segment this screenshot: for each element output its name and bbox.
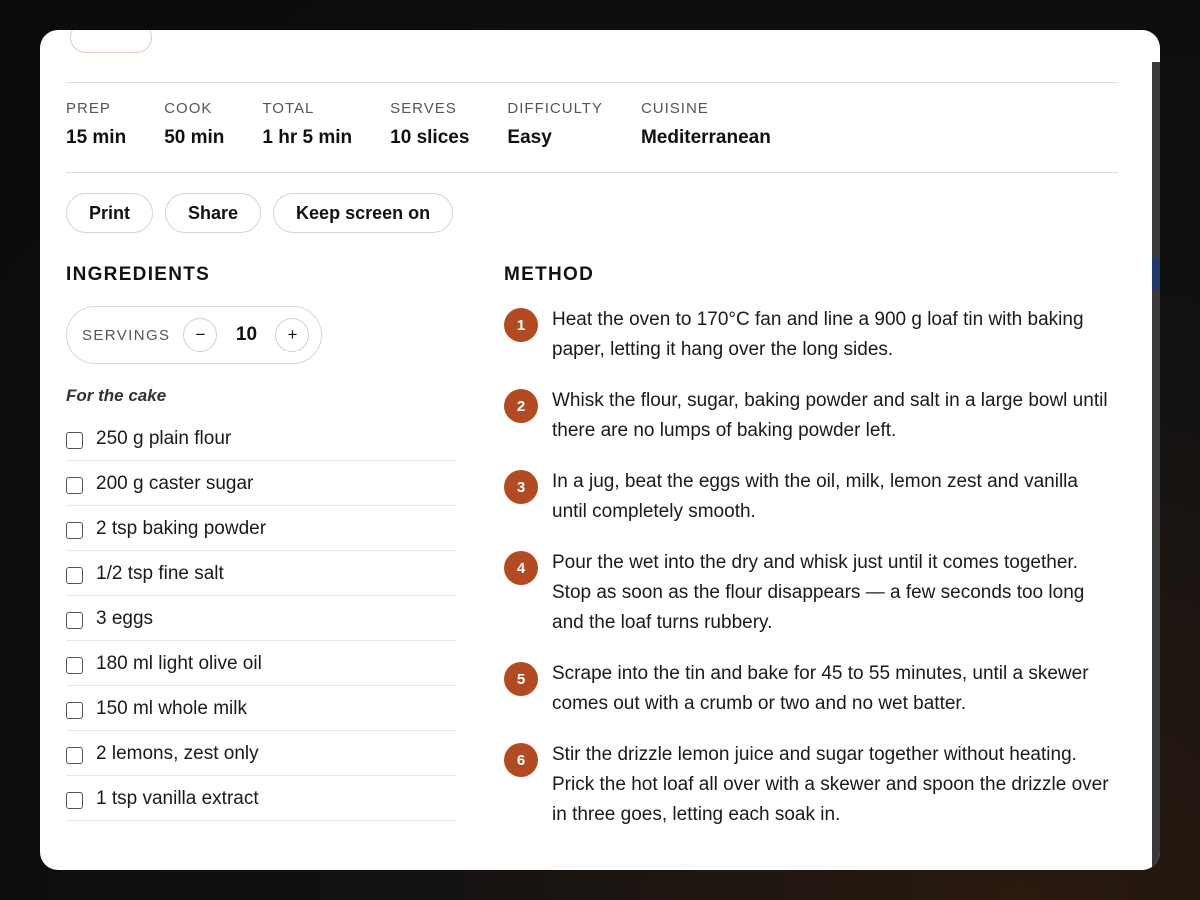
stat-cuisine: CUISINE Mediterranean: [641, 100, 771, 149]
keep-screen-on-button[interactable]: Keep screen on: [273, 193, 454, 233]
stat-serves: SERVES 10 slices: [390, 100, 469, 149]
stat-label: COOK: [164, 100, 213, 117]
share-button[interactable]: Share: [165, 193, 262, 233]
tag-pill[interactable]: [70, 30, 152, 53]
ingredients-title: INGREDIENTS: [66, 264, 211, 285]
method-step: 4 Pour the wet into the dry and whisk ju…: [504, 549, 1114, 638]
method-step: 1 Heat the oven to 170°C fan and line a …: [504, 306, 1114, 365]
ingredient-text: 200 g caster sugar: [96, 472, 254, 494]
method-step: 5 Scrape into the tin and bake for 45 to…: [504, 660, 1114, 719]
ingredient-item[interactable]: 250 g plain flour: [66, 416, 456, 461]
step-text: Stir the drizzle lemon juice and sugar t…: [552, 744, 1109, 825]
stat-label: CUISINE: [640, 100, 709, 117]
ingredient-text: 1 tsp vanilla extract: [96, 787, 259, 809]
step-text: Whisk the flour, sugar, baking powder an…: [552, 390, 1108, 441]
stat-label: TOTAL: [262, 100, 315, 117]
checkbox[interactable]: [66, 567, 83, 584]
stat-value: Mediterranean: [640, 127, 771, 148]
ingredient-item[interactable]: 2 lemons, zest only: [66, 731, 456, 776]
checkbox[interactable]: [66, 657, 83, 674]
ingredient-text: 150 ml whole milk: [96, 697, 247, 719]
method-steps: 1 Heat the oven to 170°C fan and line a …: [504, 306, 1114, 852]
stat-label: SERVES: [390, 100, 457, 117]
ingredient-text: 180 ml light olive oil: [96, 652, 262, 674]
checkbox[interactable]: [66, 747, 83, 764]
stat-value: 15 min: [66, 127, 127, 148]
ingredient-item[interactable]: 1 tsp vanilla extract: [66, 776, 456, 821]
scrollbar-thumb[interactable]: [1152, 258, 1160, 290]
step-number: 4: [504, 551, 538, 585]
stat-value: Easy: [507, 127, 552, 148]
checkbox[interactable]: [66, 612, 83, 629]
stat-difficulty: DIFFICULTY Easy: [507, 100, 603, 149]
ingredient-item[interactable]: 1/2 tsp fine salt: [66, 551, 456, 596]
ingredient-item[interactable]: 150 ml whole milk: [66, 686, 456, 731]
step-number: 6: [504, 743, 538, 777]
ingredient-item[interactable]: 180 ml light olive oil: [66, 641, 456, 686]
ingredient-item[interactable]: 200 g caster sugar: [66, 461, 456, 506]
step-number: 5: [504, 662, 538, 696]
servings-label: SERVINGS: [82, 326, 171, 344]
stat-value: 50 min: [164, 127, 225, 148]
checkbox[interactable]: [66, 522, 83, 539]
step-number: 2: [504, 389, 538, 423]
decrease-servings-button[interactable]: −: [183, 318, 218, 352]
checkbox[interactable]: [66, 477, 83, 494]
servings-value: 10: [235, 324, 258, 345]
method-step: 2 Whisk the flour, sugar, baking powder …: [504, 387, 1114, 446]
stat-value: 10 slices: [390, 127, 470, 148]
step-text: Scrape into the tin and bake for 45 to 5…: [552, 663, 1089, 714]
checkbox[interactable]: [66, 792, 83, 809]
scrollbar[interactable]: [1152, 62, 1160, 868]
stat-label: PREP: [66, 100, 111, 117]
step-number: 1: [504, 308, 538, 342]
ingredient-list: 250 g plain flour 200 g caster sugar 2 t…: [66, 416, 456, 821]
stat-total: TOTAL 1 hr 5 min: [262, 100, 352, 149]
increase-servings-button[interactable]: +: [275, 318, 310, 352]
method-step: 3 In a jug, beat the eggs with the oil, …: [504, 468, 1114, 527]
method-step: 6 Stir the drizzle lemon juice and sugar…: [504, 741, 1114, 830]
checkbox[interactable]: [66, 432, 83, 449]
ingredient-text: 3 eggs: [96, 607, 154, 629]
print-button[interactable]: Print: [66, 193, 154, 233]
ingredient-text: 2 lemons, zest only: [96, 742, 259, 764]
ingredient-text: 2 tsp baking powder: [96, 517, 267, 539]
recipe-card: PREP 15 min COOK 50 min TOTAL 1 hr 5 min…: [40, 30, 1160, 870]
stat-prep: PREP 15 min: [66, 100, 126, 149]
ingredient-text: 250 g plain flour: [96, 427, 232, 449]
step-text: In a jug, beat the eggs with the oil, mi…: [552, 471, 1078, 522]
ingredient-text: 1/2 tsp fine salt: [96, 562, 224, 584]
method-title: METHOD: [504, 264, 595, 285]
stats-divider: [66, 172, 1118, 173]
step-text: Heat the oven to 170°C fan and line a 90…: [552, 309, 1084, 360]
recipe-stats: PREP 15 min COOK 50 min TOTAL 1 hr 5 min…: [66, 100, 809, 149]
stat-cook: COOK 50 min: [164, 100, 224, 149]
stat-label: DIFFICULTY: [507, 100, 603, 117]
ingredient-item[interactable]: 3 eggs: [66, 596, 456, 641]
stat-value: 1 hr 5 min: [262, 127, 353, 148]
ingredient-item[interactable]: 2 tsp baking powder: [66, 506, 456, 551]
step-number: 3: [504, 470, 538, 504]
servings-stepper: SERVINGS − 10 +: [66, 306, 322, 364]
top-divider: [66, 82, 1118, 83]
checkbox[interactable]: [66, 702, 83, 719]
action-bar: Print Share Keep screen on: [66, 193, 454, 233]
ingredient-group-title: For the cake: [66, 386, 167, 405]
step-text: Pour the wet into the dry and whisk just…: [552, 552, 1085, 633]
